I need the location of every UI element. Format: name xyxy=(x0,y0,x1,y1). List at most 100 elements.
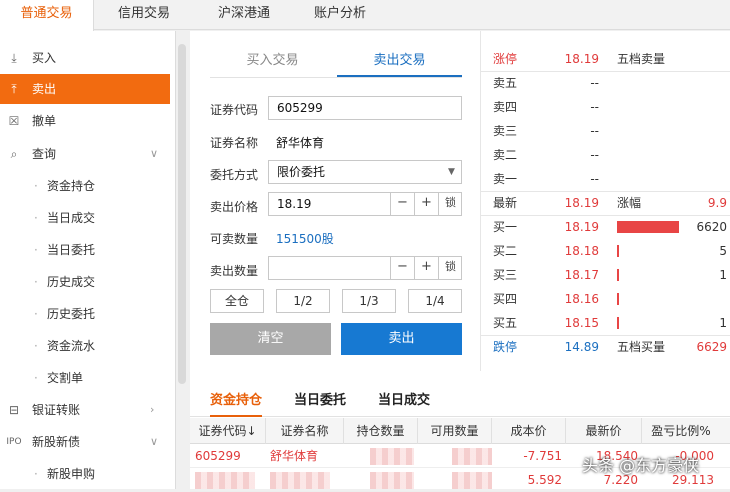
column-header-available[interactable]: 可用数量 xyxy=(418,418,492,444)
price-lock-button[interactable]: 锁 xyxy=(438,192,462,216)
price-minus-button[interactable]: − xyxy=(390,192,414,216)
bid-price: 18.19 xyxy=(564,220,599,234)
sell-button[interactable]: 卖出 xyxy=(341,323,462,355)
bid-price: 18.15 xyxy=(564,316,599,330)
redacted-cell xyxy=(195,472,255,489)
cell-cost: -7.751 xyxy=(523,449,562,463)
tab-today-deals[interactable]: 当日成交 xyxy=(378,389,430,417)
limit-up-row: 涨停 18.19 五档卖量 xyxy=(481,47,730,71)
bid-label: 买五 xyxy=(493,316,518,330)
tab-account-analysis[interactable]: 账户分析 xyxy=(300,0,380,30)
column-header-latest[interactable]: 最新价 xyxy=(566,418,642,444)
sidebar-sub-label: 历史委托 xyxy=(47,307,96,321)
quantity-minus-button[interactable]: − xyxy=(390,256,414,280)
sidebar-item-ipo[interactable]: IPO 新股新债 ∨ xyxy=(0,427,170,457)
sidebar-sub-today-deals[interactable]: · 当日成交 xyxy=(32,203,162,233)
quantity-lock-button[interactable]: 锁 xyxy=(438,256,462,280)
bid-volume: 1 xyxy=(719,268,727,282)
bid-row[interactable]: 买二 18.18 5 xyxy=(481,239,730,263)
bullet-icon: · xyxy=(34,179,38,193)
sidebar-sub-holdings[interactable]: · 资金持仓 xyxy=(32,171,162,201)
sidebar-item-label: 查询 xyxy=(32,147,57,161)
sidebar: ⤓ 买入 ⤒ 卖出 ☒ 撤单 ⌕ 查询 ∨ · 资金持仓 · 当日成交 · 当日委托 … xyxy=(0,31,176,489)
sidebar-sub-today-orders[interactable]: · 当日委托 xyxy=(32,235,162,265)
limit-up-price: 18.19 xyxy=(564,52,599,66)
tab-credit-trade[interactable]: 信用交易 xyxy=(104,0,184,30)
sidebar-item-sell[interactable]: ⤒ 卖出 xyxy=(0,74,170,104)
ask-row[interactable]: 卖二 -- xyxy=(481,143,730,167)
bullet-icon: · xyxy=(34,339,38,353)
sidebar-sub-label: 资金持仓 xyxy=(47,179,96,193)
sidebar-sub-ipo-subscribe[interactable]: · 新股申购 xyxy=(32,459,162,489)
tab-buy-trade[interactable]: 买入交易 xyxy=(210,49,335,77)
quantity-plus-button[interactable]: + xyxy=(414,256,438,280)
third-position-button[interactable]: 1/3 xyxy=(342,289,396,313)
sidebar-sub-settlement[interactable]: · 交割单 xyxy=(32,363,162,393)
bid-row[interactable]: 买四 18.16 xyxy=(481,287,730,311)
column-header-code[interactable]: 证券代码↓ xyxy=(190,418,266,444)
sidebar-item-bank-transfer[interactable]: ⊟ 银证转账 › xyxy=(0,395,170,425)
bid-label: 买一 xyxy=(493,220,518,234)
change-label: 涨幅 xyxy=(617,196,642,210)
tab-today-orders[interactable]: 当日委托 xyxy=(294,389,346,417)
column-header-name[interactable]: 证券名称 xyxy=(266,418,344,444)
sellable-label: 可卖数量 xyxy=(210,232,259,246)
ask-row[interactable]: 卖一 -- xyxy=(481,167,730,191)
sidebar-sub-history-deals[interactable]: · 历史成交 xyxy=(32,267,162,297)
column-header-pnl[interactable]: 盈亏比例% xyxy=(642,418,720,444)
ask-row[interactable]: 卖四 -- xyxy=(481,95,730,119)
bid-volume-total: 6629 xyxy=(696,340,727,354)
sidebar-item-query[interactable]: ⌕ 查询 ∨ xyxy=(0,139,170,169)
bid-volume-bar xyxy=(617,269,619,281)
chevron-right-icon: › xyxy=(150,403,155,416)
sidebar-item-label: 银证转账 xyxy=(32,403,81,417)
redacted-cell xyxy=(370,448,414,465)
download-icon: ⤓ xyxy=(11,51,17,65)
column-header-cost[interactable]: 成本价 xyxy=(492,418,566,444)
tab-hk-connect[interactable]: 沪深港通 xyxy=(204,0,284,30)
sidebar-sub-label: 资金流水 xyxy=(47,339,96,353)
sidebar-sub-label: 历史成交 xyxy=(47,275,96,289)
dropdown-arrow-icon: ▼ xyxy=(448,167,455,177)
security-code-input[interactable]: 605299 xyxy=(268,96,462,120)
half-position-button[interactable]: 1/2 xyxy=(276,289,330,313)
bid-row[interactable]: 买三 18.17 1 xyxy=(481,263,730,287)
bid-price: 18.16 xyxy=(564,292,599,306)
chevron-down-icon: ∨ xyxy=(150,435,159,448)
bid-label: 买四 xyxy=(493,292,518,306)
bid-row[interactable]: 买一 18.19 6620 xyxy=(481,215,730,239)
ask-row[interactable]: 卖五 -- xyxy=(481,71,730,95)
sidebar-sub-label: 交割单 xyxy=(47,371,84,385)
bid-row[interactable]: 买五 18.15 1 xyxy=(481,311,730,335)
table-header: 证券代码↓ 证券名称 持仓数量 可用数量 成本价 最新价 盈亏比例% xyxy=(190,418,730,444)
quarter-position-button[interactable]: 1/4 xyxy=(408,289,462,313)
upload-icon: ⤒ xyxy=(11,82,17,96)
price-plus-button[interactable]: + xyxy=(414,192,438,216)
bid-volume-bar xyxy=(617,293,619,305)
ask-row[interactable]: 卖三 -- xyxy=(481,119,730,143)
sidebar-item-cancel[interactable]: ☒ 撤单 xyxy=(0,106,170,136)
tab-normal-trade[interactable]: 普通交易 xyxy=(0,0,94,31)
bullet-icon: · xyxy=(34,307,38,321)
limit-down-price: 14.89 xyxy=(564,340,599,354)
limit-down-label: 跌停 xyxy=(493,340,518,354)
sidebar-sub-label: 当日委托 xyxy=(47,243,96,257)
order-method-select[interactable]: 限价委托 xyxy=(268,160,462,184)
latest-price: 18.19 xyxy=(564,196,599,210)
column-header-holding[interactable]: 持仓数量 xyxy=(344,418,418,444)
sidebar-sub-history-orders[interactable]: · 历史委托 xyxy=(32,299,162,329)
clear-button[interactable]: 清空 xyxy=(210,323,331,355)
method-label: 委托方式 xyxy=(210,168,259,182)
tab-holdings[interactable]: 资金持仓 xyxy=(210,389,263,417)
bullet-icon: · xyxy=(34,467,38,481)
sidebar-item-label: 撤单 xyxy=(32,114,57,128)
bid-volume-bar xyxy=(617,245,619,257)
tab-sell-trade[interactable]: 卖出交易 xyxy=(337,49,462,77)
full-position-button[interactable]: 全仓 xyxy=(210,289,264,313)
bid-volume-bar xyxy=(617,317,619,329)
chevron-down-icon: ∨ xyxy=(150,147,159,160)
sidebar-scrollbar[interactable] xyxy=(178,44,186,384)
sidebar-sub-cash-flow[interactable]: · 资金流水 xyxy=(32,331,162,361)
sidebar-item-buy[interactable]: ⤓ 买入 xyxy=(0,43,170,73)
bullet-icon: · xyxy=(34,243,38,257)
